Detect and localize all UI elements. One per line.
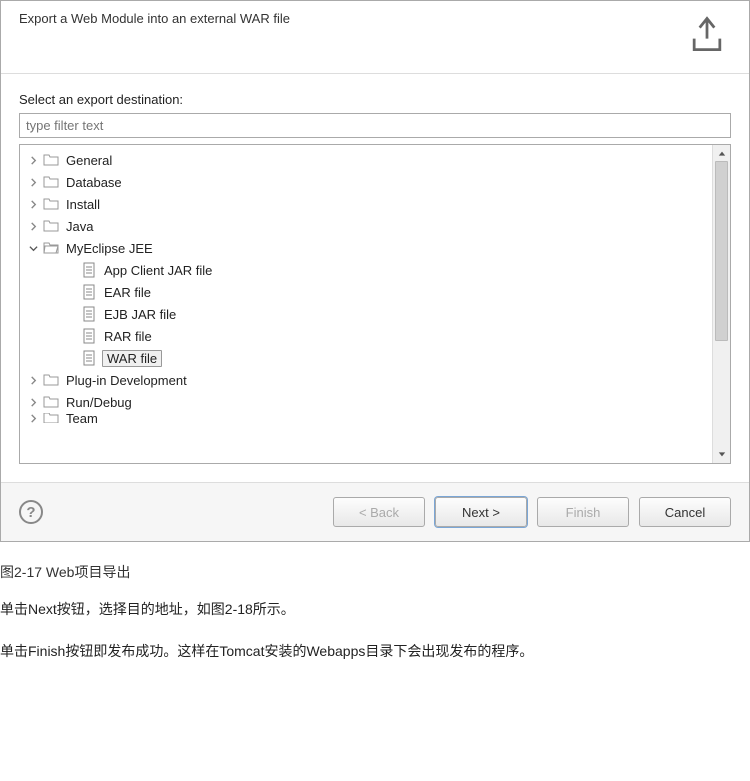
war-icon [80,349,98,367]
tree-item[interactable]: Install [22,193,710,215]
button-bar: ? < Back Next > Finish Cancel [1,482,749,541]
folder-icon [42,151,60,169]
tree-item-label: RAR file [102,328,154,345]
help-button[interactable]: ? [19,500,43,524]
tree-item-label: EAR file [102,284,153,301]
tree-item[interactable]: Run/Debug [22,391,710,413]
expand-placeholder [64,307,78,321]
paragraph-2: 单击Finish按钮即发布成功。这样在Tomcat安装的Webapps目录下会出… [0,630,750,672]
finish-button[interactable]: Finish [537,497,629,527]
folder-icon [42,371,60,389]
scroll-down-button[interactable] [715,447,729,461]
expand-icon[interactable] [26,153,40,167]
scrollbar-track[interactable] [713,161,730,447]
tree-item[interactable]: MyEclipse JEE [22,237,710,259]
tree-item[interactable]: App Client JAR file [22,259,710,281]
next-button[interactable]: Next > [435,497,527,527]
destination-label: Select an export destination: [19,92,731,107]
tree-item[interactable]: EJB JAR file [22,303,710,325]
export-icon [683,11,731,59]
back-button[interactable]: < Back [333,497,425,527]
folder-icon [42,217,60,235]
tree-item-label: WAR file [102,350,162,367]
cancel-button[interactable]: Cancel [639,497,731,527]
tree-item-label: General [64,152,114,169]
filter-input[interactable] [19,113,731,138]
folder-open-icon [42,239,60,257]
rar-icon [80,327,98,345]
tree-item-label: Plug-in Development [64,372,189,389]
tree-item[interactable]: WAR file [22,347,710,369]
ear-icon [80,283,98,301]
expand-placeholder [64,351,78,365]
tree-item[interactable]: EAR file [22,281,710,303]
tree-item-label: Team [64,413,100,423]
folder-icon [42,173,60,191]
folder-icon [42,413,60,423]
scrollbar-thumb[interactable] [715,161,728,341]
tree-item[interactable]: General [22,149,710,171]
tree-item[interactable]: Database [22,171,710,193]
ejb-icon [80,305,98,323]
paragraph-1: 单击Next按钮，选择目的地址，如图2-18所示。 [0,588,750,630]
tree-item-label: MyEclipse JEE [64,240,155,257]
tree-item[interactable]: Team [22,413,710,423]
figure-caption: 图2-17 Web项目导出 [0,542,750,588]
expand-icon[interactable] [26,219,40,233]
dialog-subtitle: Export a Web Module into an external WAR… [19,11,683,26]
tree-item[interactable]: Plug-in Development [22,369,710,391]
tree-container: General Database Install Java MyEclipse JEE A… [19,144,731,464]
dialog-body: Select an export destination: General Dat… [1,74,749,482]
collapse-icon[interactable] [26,241,40,255]
expand-placeholder [64,285,78,299]
tree-item-label: Java [64,218,95,235]
tree-item-label: App Client JAR file [102,262,214,279]
export-dialog: Export a Web Module into an external WAR… [0,0,750,542]
tree-item[interactable]: Java [22,215,710,237]
expand-icon[interactable] [26,395,40,409]
dialog-header: Export a Web Module into an external WAR… [1,1,749,74]
folder-icon [42,393,60,411]
expand-icon[interactable] [26,413,40,423]
expand-placeholder [64,263,78,277]
tree-item-label: Database [64,174,124,191]
tree-item-label: EJB JAR file [102,306,178,323]
appclient-icon [80,261,98,279]
expand-placeholder [64,329,78,343]
scroll-up-button[interactable] [715,147,729,161]
expand-icon[interactable] [26,197,40,211]
tree-item-label: Install [64,196,102,213]
expand-icon[interactable] [26,373,40,387]
folder-icon [42,195,60,213]
scrollbar[interactable] [712,145,730,463]
tree-item-label: Run/Debug [64,394,134,411]
export-tree[interactable]: General Database Install Java MyEclipse JEE A… [20,145,712,463]
tree-item[interactable]: RAR file [22,325,710,347]
expand-icon[interactable] [26,175,40,189]
